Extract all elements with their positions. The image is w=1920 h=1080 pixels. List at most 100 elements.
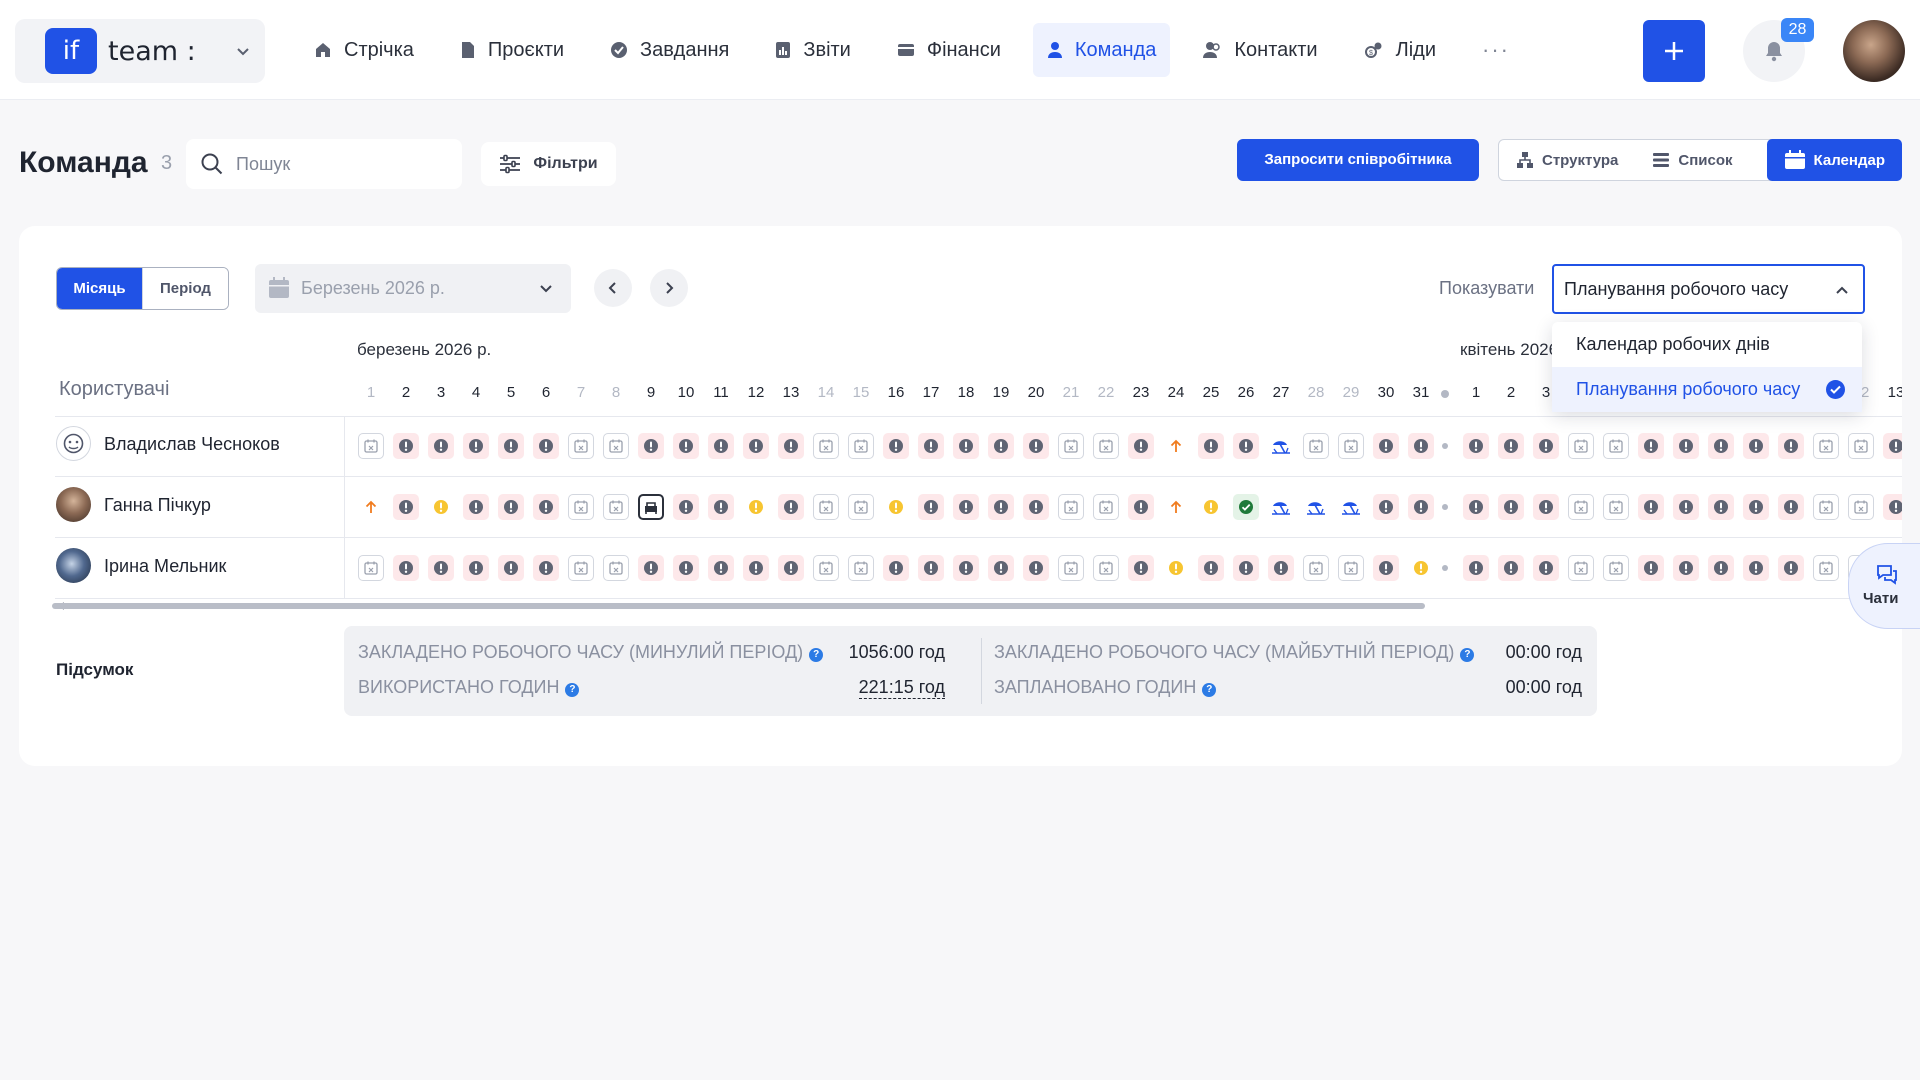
- day-cell[interactable]: [1708, 433, 1734, 459]
- day-cell[interactable]: [1743, 494, 1769, 520]
- day-cell[interactable]: [1338, 555, 1364, 581]
- day-cell[interactable]: [1163, 433, 1189, 459]
- day-cell[interactable]: [883, 433, 909, 459]
- day-cell[interactable]: [638, 555, 664, 581]
- day-cell[interactable]: [1198, 494, 1224, 520]
- day-cell[interactable]: [988, 433, 1014, 459]
- day-cell[interactable]: [1638, 555, 1664, 581]
- day-cell[interactable]: [743, 555, 769, 581]
- mode-month-button[interactable]: Місяць: [57, 268, 142, 309]
- day-cell[interactable]: [393, 555, 419, 581]
- mode-period-button[interactable]: Період: [142, 268, 228, 309]
- day-cell[interactable]: [1568, 433, 1594, 459]
- day-cell[interactable]: [358, 494, 384, 520]
- day-cell[interactable]: [1638, 494, 1664, 520]
- day-cell[interactable]: [1498, 433, 1524, 459]
- day-cell[interactable]: [883, 494, 909, 520]
- day-cell[interactable]: [1093, 555, 1119, 581]
- help-icon[interactable]: ?: [1202, 683, 1217, 697]
- summary-used-value[interactable]: 221:15 год: [858, 677, 945, 699]
- day-cell[interactable]: [533, 555, 559, 581]
- day-cell[interactable]: [1128, 433, 1154, 459]
- next-month-button[interactable]: [650, 269, 688, 307]
- day-cell[interactable]: [1603, 494, 1629, 520]
- day-cell[interactable]: [1128, 494, 1154, 520]
- day-cell[interactable]: [1233, 433, 1259, 459]
- day-cell[interactable]: [953, 555, 979, 581]
- show-select[interactable]: Планування робочого часу: [1552, 264, 1865, 314]
- day-cell[interactable]: [1023, 433, 1049, 459]
- day-cell[interactable]: [603, 555, 629, 581]
- day-cell[interactable]: [813, 555, 839, 581]
- day-cell[interactable]: [708, 494, 734, 520]
- help-icon[interactable]: ?: [565, 683, 580, 697]
- month-picker[interactable]: Березень 2026 р.: [255, 264, 571, 313]
- day-cell[interactable]: [1408, 433, 1434, 459]
- day-cell[interactable]: [1093, 494, 1119, 520]
- day-cell[interactable]: [533, 433, 559, 459]
- day-cell[interactable]: [533, 494, 559, 520]
- help-icon[interactable]: ?: [809, 648, 824, 662]
- day-cell[interactable]: [1498, 555, 1524, 581]
- day-cell[interactable]: [1743, 433, 1769, 459]
- day-cell[interactable]: [1338, 433, 1364, 459]
- day-cell[interactable]: [1848, 494, 1874, 520]
- day-cell[interactable]: [953, 494, 979, 520]
- day-cell[interactable]: [708, 433, 734, 459]
- day-cell[interactable]: [778, 433, 804, 459]
- day-cell[interactable]: [358, 555, 384, 581]
- search-input[interactable]: [236, 151, 446, 177]
- day-cell[interactable]: [603, 433, 629, 459]
- day-cell[interactable]: [1533, 433, 1559, 459]
- day-cell[interactable]: [1268, 555, 1294, 581]
- nav-more-button[interactable]: ···: [1468, 23, 1524, 77]
- day-cell[interactable]: [1743, 555, 1769, 581]
- day-cell[interactable]: [918, 555, 944, 581]
- tab-calendar[interactable]: Календар: [1766, 139, 1902, 181]
- day-cell[interactable]: [1268, 494, 1294, 520]
- day-cell[interactable]: [883, 555, 909, 581]
- day-cell[interactable]: [1883, 433, 1902, 459]
- day-cell[interactable]: [1778, 494, 1804, 520]
- day-cell[interactable]: [428, 555, 454, 581]
- prev-month-button[interactable]: [594, 269, 632, 307]
- nav-item-tasks[interactable]: Завдання: [596, 23, 743, 77]
- day-cell[interactable]: [1303, 494, 1329, 520]
- day-cell[interactable]: [813, 494, 839, 520]
- day-cell[interactable]: [1303, 433, 1329, 459]
- day-cell[interactable]: [1778, 433, 1804, 459]
- day-cell[interactable]: [1673, 555, 1699, 581]
- horizontal-scrollbar[interactable]: [52, 603, 1425, 609]
- day-cell[interactable]: [463, 555, 489, 581]
- day-cell[interactable]: [1568, 494, 1594, 520]
- day-cell[interactable]: [1708, 555, 1734, 581]
- day-cell[interactable]: [603, 494, 629, 520]
- day-cell[interactable]: [988, 494, 1014, 520]
- day-cell[interactable]: [1198, 555, 1224, 581]
- day-cell[interactable]: [918, 494, 944, 520]
- day-cell[interactable]: [778, 494, 804, 520]
- day-cell[interactable]: [813, 433, 839, 459]
- day-cell[interactable]: [428, 494, 454, 520]
- day-cell[interactable]: [1638, 433, 1664, 459]
- day-cell[interactable]: [1813, 494, 1839, 520]
- day-cell[interactable]: [1778, 555, 1804, 581]
- nav-item-reports[interactable]: Звіти: [761, 23, 864, 77]
- chats-button[interactable]: Чати: [1848, 543, 1920, 629]
- day-cell[interactable]: [1303, 555, 1329, 581]
- help-icon[interactable]: ?: [1460, 648, 1475, 662]
- day-cell[interactable]: [778, 555, 804, 581]
- day-cell[interactable]: [1708, 494, 1734, 520]
- day-cell[interactable]: [428, 433, 454, 459]
- invite-employee-button[interactable]: Запросити співробітника: [1237, 139, 1479, 181]
- day-cell[interactable]: [393, 494, 419, 520]
- nav-item-contacts[interactable]: Контакти: [1188, 23, 1331, 77]
- day-cell[interactable]: [988, 555, 1014, 581]
- day-cell[interactable]: [1373, 494, 1399, 520]
- day-cell[interactable]: [638, 433, 664, 459]
- day-cell[interactable]: [743, 494, 769, 520]
- day-cell[interactable]: [1023, 494, 1049, 520]
- user-row[interactable]: Владислав Чесноков: [56, 416, 346, 476]
- day-cell[interactable]: [1673, 433, 1699, 459]
- day-cell[interactable]: [673, 494, 699, 520]
